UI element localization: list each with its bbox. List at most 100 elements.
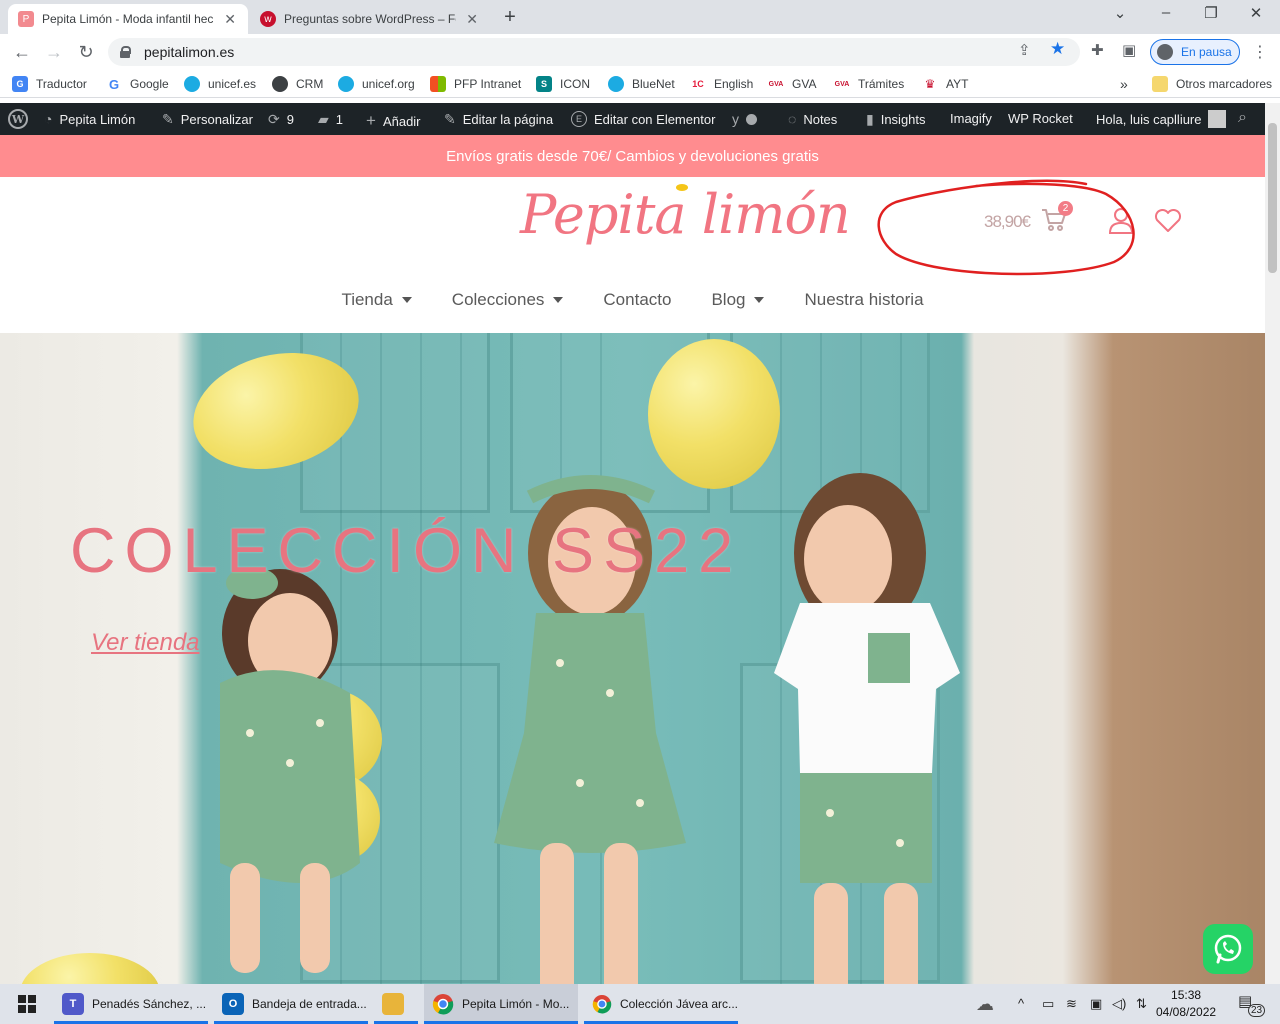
new-tab-button[interactable]: + bbox=[498, 6, 522, 29]
cart-total[interactable]: 38,90€ bbox=[984, 212, 1031, 232]
dashboard-icon: ◔ bbox=[44, 111, 53, 127]
profile-button[interactable]: En pausa bbox=[1150, 39, 1240, 65]
system-clock[interactable]: 15:38 04/08/2022 bbox=[1156, 987, 1216, 1021]
forward-arrow-icon[interactable]: → bbox=[42, 40, 66, 64]
bookmark-unicef-org[interactable]: unicef.org bbox=[338, 76, 415, 92]
taskbar-chrome-jave[interactable]: Colección Jávea arc... bbox=[584, 984, 738, 1024]
tab-pepita-limon[interactable]: P Pepita Limón - Moda infantil hech ✕ bbox=[8, 4, 248, 34]
whatsapp-button[interactable] bbox=[1203, 924, 1253, 974]
page-scrollbar[interactable] bbox=[1265, 103, 1280, 985]
clock-time: 15:38 bbox=[1171, 988, 1202, 1002]
cart-count-badge: 2 bbox=[1058, 201, 1073, 216]
nav-colecciones[interactable]: Colecciones bbox=[452, 290, 564, 310]
whatsapp-icon bbox=[1214, 934, 1242, 964]
taskbar-teams[interactable]: T Penadés Sánchez, ... bbox=[54, 984, 208, 1024]
minimize-icon[interactable]: – bbox=[1154, 4, 1178, 21]
wp-add-new[interactable]: + Añadir bbox=[366, 111, 421, 131]
lock-icon bbox=[120, 46, 131, 58]
google-icon: G bbox=[106, 76, 122, 92]
address-bar[interactable]: pepitalimon.es bbox=[108, 38, 1080, 66]
bookmark-unicef-es[interactable]: unicef.es bbox=[184, 76, 256, 92]
wp-insights[interactable]: ▮ Insights bbox=[866, 111, 926, 128]
bookmark-ayt[interactable]: ♛ AYT bbox=[922, 76, 968, 92]
unicef-icon bbox=[608, 76, 624, 92]
start-button[interactable] bbox=[4, 984, 50, 1024]
wp-site-name[interactable]: ◔ Pepita Limón bbox=[44, 111, 135, 127]
nav-blog[interactable]: Blog bbox=[711, 290, 765, 310]
wp-imagify[interactable]: Imagify bbox=[950, 111, 992, 126]
notifications-button[interactable]: ▤ 23 bbox=[1238, 992, 1266, 1017]
bookmark-english[interactable]: 1C English bbox=[690, 76, 753, 92]
menu-kebab-icon[interactable]: ⋮ bbox=[1252, 42, 1268, 62]
bookmark-pfp-intranet[interactable]: PFP Intranet bbox=[430, 76, 521, 92]
bookmark-google[interactable]: G Google bbox=[106, 76, 169, 92]
brush-icon: ✎ bbox=[162, 111, 174, 127]
volume-icon[interactable]: ◁) bbox=[1112, 996, 1126, 1012]
clock-date: 04/08/2022 bbox=[1156, 1005, 1217, 1019]
wishlist-heart-icon[interactable] bbox=[1154, 209, 1182, 233]
tab-search-chevron-icon[interactable]: ⌄ bbox=[1108, 4, 1132, 22]
taskbar-file-explorer[interactable] bbox=[374, 984, 418, 1024]
ver-tienda-link[interactable]: Ver tienda bbox=[91, 629, 200, 657]
bookmark-tramites[interactable]: GVA Trámites bbox=[834, 76, 904, 92]
user-account-icon[interactable] bbox=[1108, 207, 1134, 235]
site-logo[interactable]: Pepita limón bbox=[520, 183, 851, 246]
restore-icon[interactable]: ❐ bbox=[1199, 4, 1223, 22]
pepita-favicon-icon: P bbox=[18, 11, 34, 27]
side-panel-icon[interactable]: ▣ bbox=[1122, 41, 1136, 59]
wp-account[interactable]: Hola, luis caplliure bbox=[1096, 110, 1226, 128]
wp-comments[interactable]: ▰ 1 bbox=[318, 111, 343, 128]
taskbar-outlook[interactable]: O Bandeja de entrada... bbox=[214, 984, 368, 1024]
bookmark-crm[interactable]: CRM bbox=[272, 76, 323, 92]
chrome-icon bbox=[432, 994, 454, 1015]
wp-updates[interactable]: ⟳ 9 bbox=[268, 111, 294, 128]
folder-icon bbox=[1152, 76, 1168, 92]
microsoft-icon bbox=[430, 76, 446, 92]
network-activity-icon[interactable]: ⇅ bbox=[1136, 996, 1147, 1012]
onedrive-cloud-icon[interactable]: ☁ bbox=[976, 994, 994, 1015]
share-icon[interactable]: ⇪ bbox=[1018, 41, 1031, 59]
show-hidden-icons-chevron-icon[interactable]: ^ bbox=[1018, 996, 1024, 1011]
browser-tab-strip: P Pepita Limón - Moda infantil hech ✕ w … bbox=[0, 0, 1280, 34]
comment-icon: ▰ bbox=[318, 111, 329, 127]
vpn-icon[interactable]: ▣ bbox=[1090, 996, 1102, 1012]
wp-edit-elementor[interactable]: E Editar con Elementor bbox=[571, 111, 715, 127]
windows-logo-icon bbox=[18, 995, 36, 1013]
bookmark-bluenet[interactable]: BlueNet bbox=[608, 76, 675, 92]
taskbar-chrome-pepita[interactable]: Pepita Limón - Mo... bbox=[424, 984, 578, 1024]
outlook-icon: O bbox=[222, 993, 244, 1015]
scrollbar-thumb[interactable] bbox=[1268, 123, 1277, 273]
wifi-icon[interactable]: ≋ bbox=[1066, 996, 1077, 1012]
wp-edit-page[interactable]: ✎ Editar la página bbox=[444, 111, 553, 128]
close-icon[interactable]: ✕ bbox=[222, 11, 238, 28]
tab-title: Pepita Limón - Moda infantil hech bbox=[42, 12, 215, 26]
battery-icon[interactable]: ▭ bbox=[1042, 996, 1054, 1012]
extensions-puzzle-icon[interactable]: ✚ bbox=[1091, 41, 1104, 59]
reload-icon[interactable]: ↻ bbox=[74, 40, 98, 64]
wordpress-favicon-icon: w bbox=[260, 11, 276, 27]
bookmark-traductor[interactable]: G Traductor bbox=[12, 76, 87, 92]
promo-banner: Envíos gratis desde 70€/ Cambios y devol… bbox=[0, 135, 1265, 177]
wordpress-logo-icon[interactable]: W bbox=[8, 109, 28, 129]
back-arrow-icon[interactable]: ← bbox=[10, 40, 34, 64]
bookmarks-overflow-button[interactable]: » bbox=[1120, 76, 1128, 92]
nav-nuestra-historia[interactable]: Nuestra historia bbox=[804, 290, 923, 310]
bookmark-gva[interactable]: GVA GVA bbox=[768, 76, 816, 92]
plus-icon: + bbox=[366, 111, 376, 130]
bookmark-star-icon[interactable]: ★ bbox=[1050, 39, 1065, 59]
windows-taskbar: T Penadés Sánchez, ... O Bandeja de entr… bbox=[0, 984, 1280, 1024]
wp-rocket[interactable]: WP Rocket bbox=[1008, 111, 1073, 126]
wp-customize[interactable]: ✎ Personalizar bbox=[162, 111, 253, 128]
nav-tienda[interactable]: Tienda bbox=[341, 290, 412, 310]
window-close-icon[interactable]: ✕ bbox=[1244, 4, 1268, 22]
nav-contacto[interactable]: Contacto bbox=[603, 290, 671, 310]
wp-notes[interactable]: ◌ Notes bbox=[788, 111, 837, 127]
wp-yoast[interactable]: y bbox=[732, 111, 757, 127]
bookmark-icon[interactable]: S ICON bbox=[536, 76, 590, 92]
tab-wordpress-forum[interactable]: w Preguntas sobre WordPress – Foro ✕ bbox=[250, 4, 490, 34]
logo-lemon-accent-icon bbox=[676, 184, 688, 191]
other-bookmarks-folder[interactable]: Otros marcadores bbox=[1152, 76, 1272, 92]
search-icon[interactable]: ⌕ bbox=[1238, 109, 1247, 127]
globe-icon bbox=[272, 76, 288, 92]
close-icon[interactable]: ✕ bbox=[464, 11, 480, 28]
